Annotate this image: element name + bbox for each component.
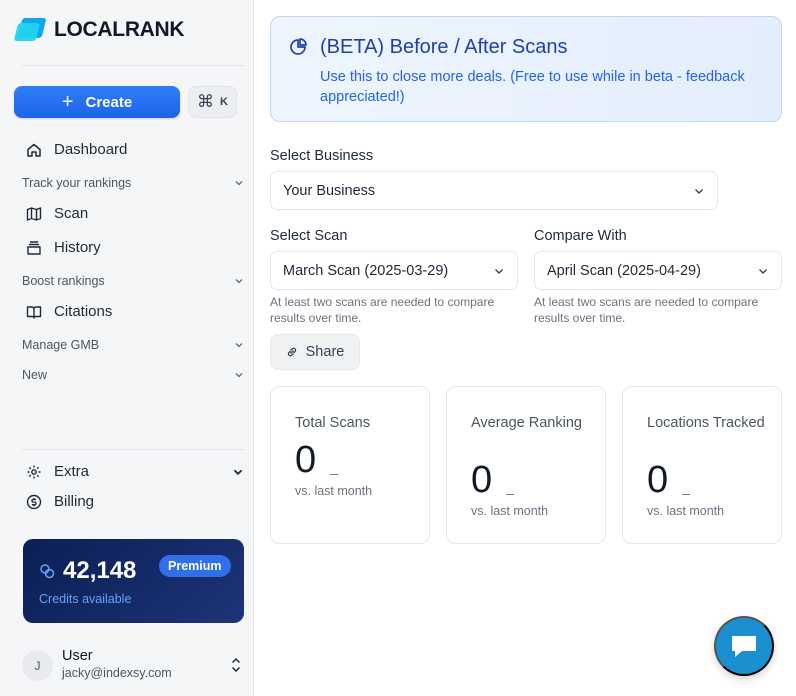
stat-value: 0 xyxy=(295,439,317,481)
chevron-down-icon xyxy=(695,188,703,194)
scan-select-value: March Scan (2025-03-29) xyxy=(283,262,449,279)
scan-hint: At least two scans are needed to compare… xyxy=(270,295,495,325)
sidebar-item-label: Extra xyxy=(54,463,90,480)
stat-delta: _ xyxy=(330,459,338,475)
sidebar-item-extra[interactable]: Extra xyxy=(26,463,244,480)
sidebar-item-scan[interactable]: Scan xyxy=(26,205,88,222)
link-icon xyxy=(287,347,296,357)
stat-card-total-scans: Total Scans 0 _ vs. last month xyxy=(270,386,430,544)
stat-title: Total Scans xyxy=(295,415,370,431)
beta-banner: (BETA) Before / After Scans Use this to … xyxy=(270,16,782,122)
sidebar-item-citations[interactable]: Citations xyxy=(26,303,112,320)
chevron-down-icon xyxy=(235,373,243,378)
compare-hint: At least two scans are needed to compare… xyxy=(534,295,759,325)
stat-card-locations-tracked: Locations Tracked 0 _ vs. last month xyxy=(622,386,782,544)
gear-icon xyxy=(27,465,41,478)
create-button[interactable]: + Create xyxy=(14,86,180,118)
dollar-circle-icon xyxy=(26,494,42,509)
stat-subtitle: vs. last month xyxy=(295,484,373,498)
map-icon xyxy=(26,206,42,221)
sidebar-item-label: Billing xyxy=(54,493,95,510)
chevron-down-icon xyxy=(233,469,243,475)
sidebar-item-extra-content: Extra xyxy=(26,463,89,480)
stat-value-row: 0 _ xyxy=(647,459,690,502)
sidebar-item-dashboard[interactable]: Dashboard xyxy=(26,141,127,158)
command-icon: ⌘ xyxy=(197,92,215,111)
chevron-down-icon xyxy=(495,268,503,274)
user-menu[interactable]: J User jacky@indexsy.com xyxy=(22,648,244,684)
chevron-down-icon xyxy=(235,343,243,348)
scan-select[interactable]: March Scan (2025-03-29) xyxy=(270,251,518,290)
coins-icon xyxy=(40,564,55,579)
stat-delta: _ xyxy=(506,479,514,495)
stat-title: Average Ranking xyxy=(471,415,582,431)
scan-label: Select Scan xyxy=(270,228,348,244)
avatar: J xyxy=(22,650,53,681)
stat-title: Locations Tracked xyxy=(647,415,765,431)
chevron-down-icon xyxy=(235,181,243,186)
user-name: User xyxy=(62,648,93,664)
business-label: Select Business xyxy=(270,148,374,164)
compare-label: Compare With xyxy=(534,228,627,244)
credits-card[interactable]: 42,148 Credits available Premium xyxy=(23,539,244,623)
pie-chart-icon xyxy=(290,38,307,55)
business-select[interactable]: Your Business xyxy=(270,171,718,210)
sidebar-item-label: History xyxy=(54,239,101,256)
compare-select[interactable]: April Scan (2025-04-29) xyxy=(534,251,782,290)
share-label: Share xyxy=(305,344,345,360)
divider xyxy=(22,65,244,66)
chevron-down-icon xyxy=(759,268,767,274)
chat-launcher-button[interactable] xyxy=(714,616,774,676)
premium-badge: Premium xyxy=(159,555,231,577)
stat-subtitle: vs. last month xyxy=(647,504,725,518)
nav-group-label: New xyxy=(22,368,48,382)
nav-group-label: Manage GMB xyxy=(22,338,100,352)
user-email: jacky@indexsy.com xyxy=(62,666,172,680)
stat-value: 0 xyxy=(471,459,493,501)
stat-card-average-ranking: Average Ranking 0 _ vs. last month xyxy=(446,386,606,544)
stat-value-row: 0 _ xyxy=(295,439,338,482)
nav-group-boost-rankings[interactable]: Boost rankings xyxy=(22,274,244,288)
chat-bubble-icon xyxy=(732,636,756,657)
nav-group-manage-gmb[interactable]: Manage GMB xyxy=(22,338,244,352)
sidebar-item-label: Dashboard xyxy=(54,141,128,158)
stat-subtitle: vs. last month xyxy=(471,504,549,518)
command-palette-button[interactable]: ⌘ K xyxy=(188,86,237,118)
sidebar-item-label: Citations xyxy=(54,303,113,320)
chevron-up-down-icon xyxy=(231,657,241,673)
plus-icon: + xyxy=(61,91,74,113)
chevron-down-icon xyxy=(235,279,243,284)
stat-delta: _ xyxy=(682,479,690,495)
brand-name: LOCALRANK xyxy=(54,18,185,41)
sidebar-item-billing[interactable]: Billing xyxy=(26,493,94,510)
nav-group-label: Boost rankings xyxy=(22,274,105,288)
compare-select-value: April Scan (2025-04-29) xyxy=(547,262,701,279)
create-label: Create xyxy=(85,93,133,111)
sidebar-item-history[interactable]: History xyxy=(26,239,101,256)
home-icon xyxy=(27,143,41,157)
banner-title: (BETA) Before / After Scans xyxy=(320,36,568,58)
share-button[interactable]: Share xyxy=(270,334,360,370)
stat-value-row: 0 _ xyxy=(471,459,514,502)
logo-icon xyxy=(13,18,47,42)
shortcut-key: K xyxy=(220,96,228,108)
nav-group-track-rankings[interactable]: Track your rankings xyxy=(22,176,244,190)
credits-label: Credits available xyxy=(39,592,132,606)
sidebar: LOCALRANK + Create ⌘ K Dashboard Track y… xyxy=(0,0,254,696)
book-open-icon xyxy=(26,305,42,319)
history-icon xyxy=(27,240,41,255)
sidebar-item-label: Scan xyxy=(54,205,89,222)
divider xyxy=(22,449,244,450)
nav-group-new[interactable]: New xyxy=(22,368,244,382)
nav-group-label: Track your rankings xyxy=(22,176,132,190)
credits-amount: 42,148 xyxy=(63,557,137,584)
banner-description: Use this to close more deals. (Free to u… xyxy=(320,69,745,105)
stat-value: 0 xyxy=(647,459,669,501)
business-select-value: Your Business xyxy=(283,182,376,199)
brand-logo[interactable]: LOCALRANK xyxy=(13,18,185,42)
